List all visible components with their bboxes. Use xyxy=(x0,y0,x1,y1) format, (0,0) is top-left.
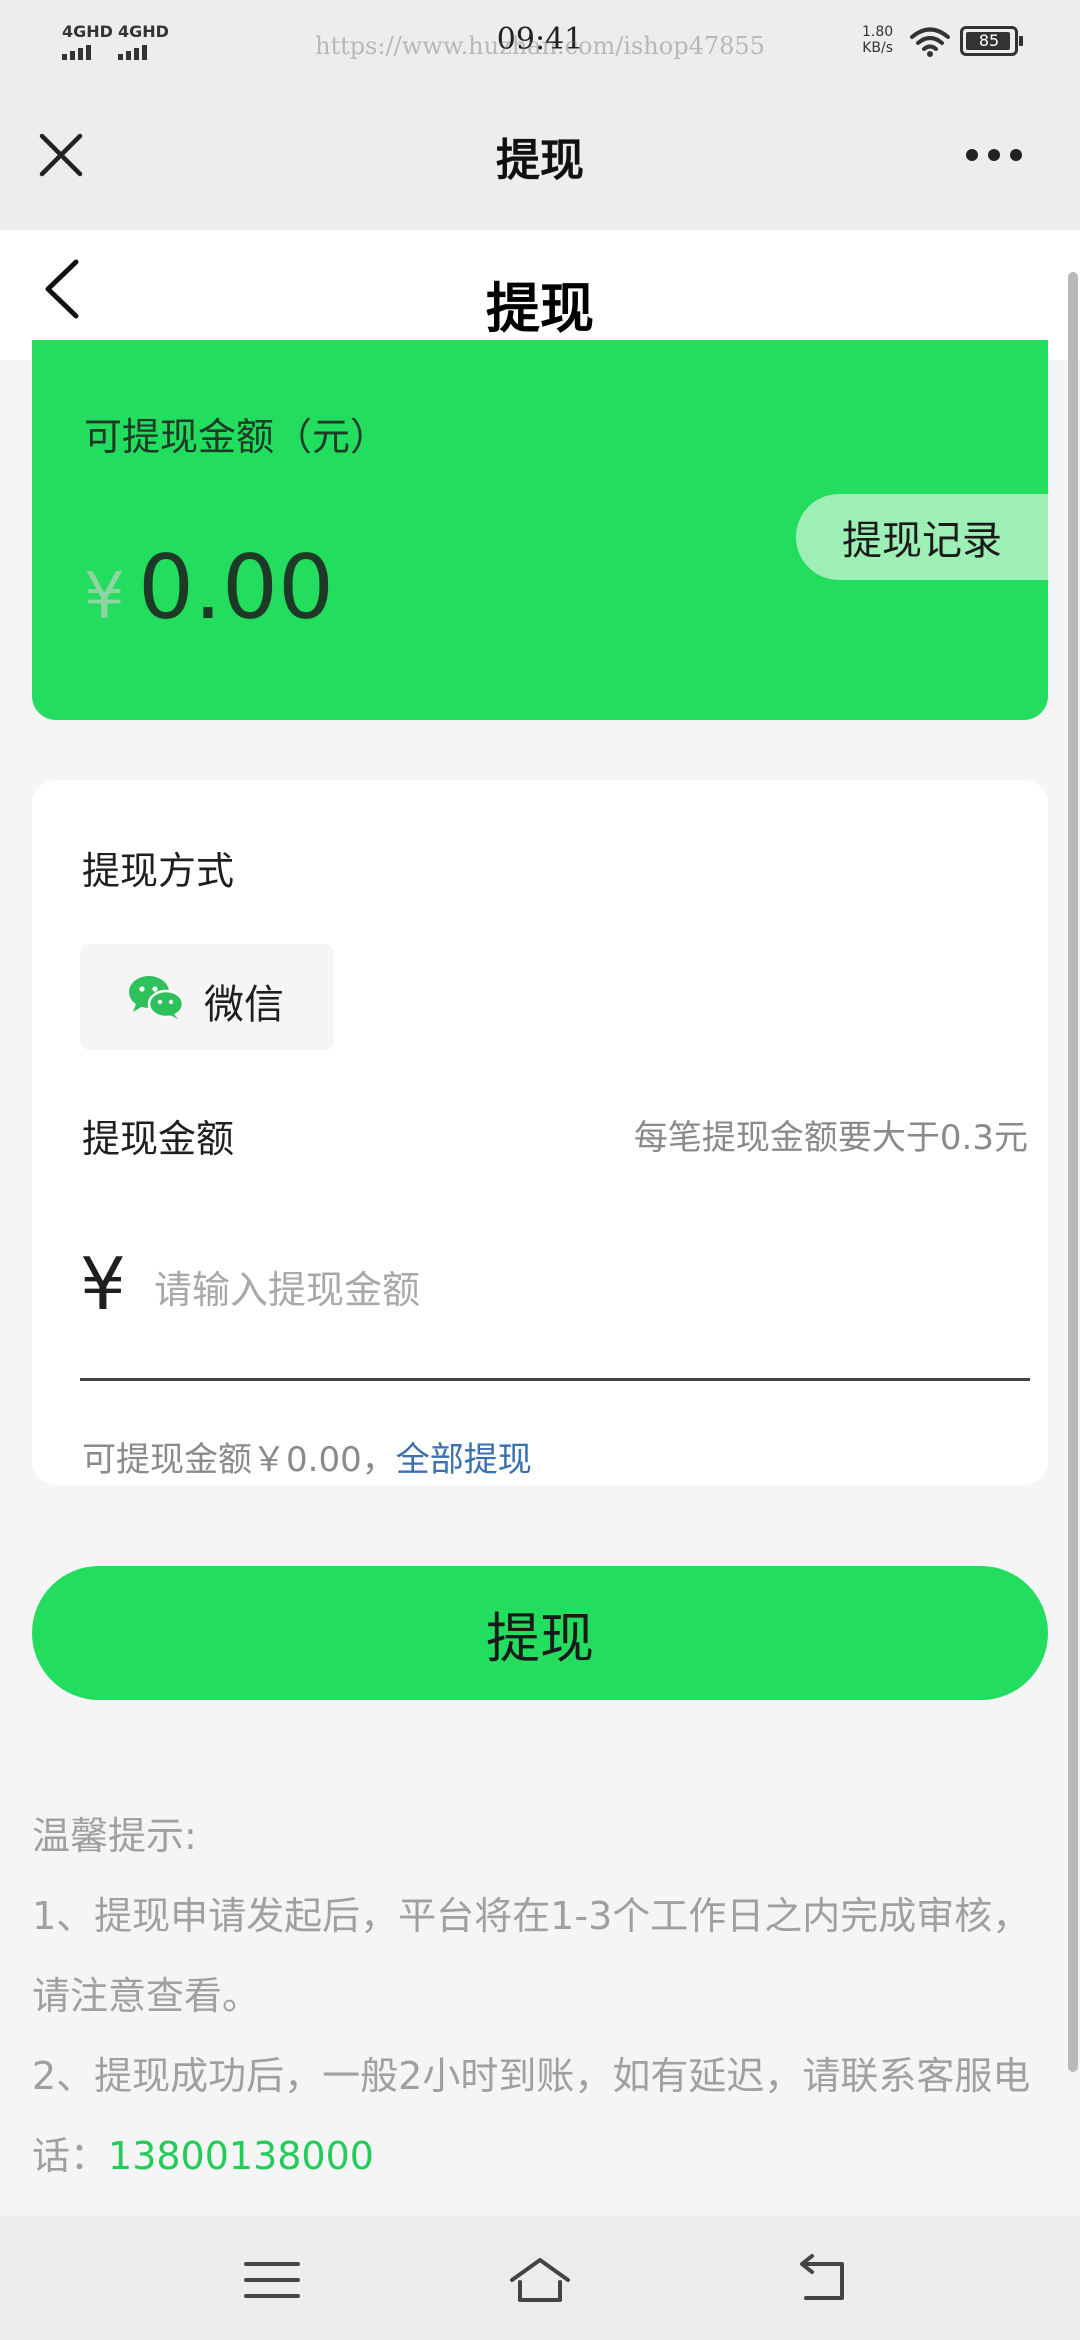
available-text: 可提现金额￥0.00， xyxy=(82,1440,396,1480)
notice-section: 温馨提示: 1、提现申请发起后，平台将在1-3个工作日之内完成审核，请注意查看。… xyxy=(32,1796,1052,2196)
withdraw-form: 提现方式 微信 提现金额 每笔提现金额要大于0.3元 ¥ 可提现金额￥0.00，… xyxy=(32,780,1048,1485)
submit-withdraw-button[interactable]: 提现 xyxy=(32,1566,1048,1700)
withdraw-record-button[interactable]: 提现记录 xyxy=(796,494,1048,580)
system-nav-bar xyxy=(0,2216,1080,2340)
scrollbar[interactable] xyxy=(1068,272,1078,2072)
app-title-bar: 提现 xyxy=(0,80,1080,230)
more-options-icon[interactable] xyxy=(966,140,1026,170)
input-currency: ¥ xyxy=(80,1242,126,1326)
wechat-icon xyxy=(129,976,184,1019)
balance-label: 可提现金额（元） xyxy=(84,415,389,459)
net-speed: 1.80 KB/s xyxy=(862,24,893,56)
battery-icon: 85 xyxy=(960,26,1023,56)
net-speed-unit: KB/s xyxy=(862,40,893,56)
method-label: 提现方式 xyxy=(82,849,235,893)
notice-line-1: 1、提现申请发起后，平台将在1-3个工作日之内完成审核，请注意查看。 xyxy=(32,1894,1031,2018)
back-icon[interactable] xyxy=(792,2252,856,2308)
amount-tip: 每笔提现金额要大于0.3元 xyxy=(633,1118,1028,1158)
notice-line-2: 2、提现成功后，一般2小时到账，如有延迟，请联系客服电话：13800138000 xyxy=(32,2036,1052,2196)
notice-title: 温馨提示: xyxy=(32,1814,197,1858)
net-speed-value: 1.80 xyxy=(862,24,894,40)
balance-amount: 0.00 xyxy=(138,536,334,639)
balance-currency: ¥ xyxy=(84,560,125,634)
menu-icon[interactable] xyxy=(240,2252,304,2308)
amount-label: 提现金额 xyxy=(82,1117,235,1161)
service-phone-link[interactable]: 13800138000 xyxy=(108,2134,374,2178)
wechat-method-option[interactable]: 微信 xyxy=(80,944,334,1050)
battery-level: 85 xyxy=(978,31,1000,50)
available-amount-line: 可提现金额￥0.00，全部提现 xyxy=(82,1432,532,1481)
amount-input[interactable] xyxy=(154,1252,1014,1328)
wifi-icon xyxy=(910,27,950,57)
page-title: 提现 xyxy=(486,277,594,340)
balance-card: 可提现金额（元） ¥ 0.00 提现记录 xyxy=(32,340,1048,720)
input-underline xyxy=(80,1378,1030,1381)
withdraw-all-link[interactable]: 全部提现 xyxy=(396,1440,532,1480)
method-name: 微信 xyxy=(204,982,284,1028)
home-icon[interactable] xyxy=(508,2252,572,2308)
app-title: 提现 xyxy=(496,135,584,186)
status-bar: 4GHD 4GHD 09:41 https://www.huzhan.com/i… xyxy=(0,0,1080,80)
